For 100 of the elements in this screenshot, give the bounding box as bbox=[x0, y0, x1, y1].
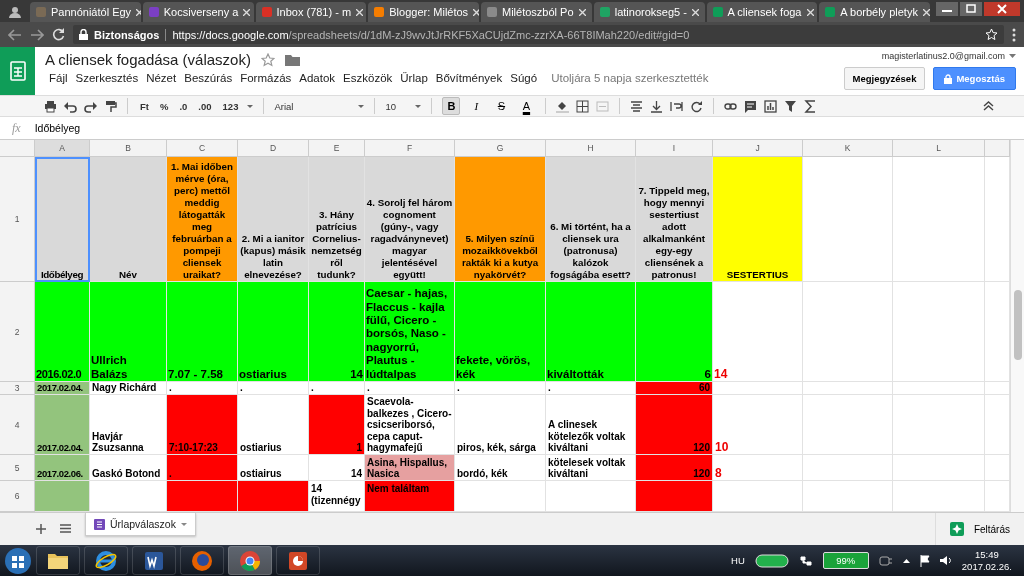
formula-input[interactable]: Időbélyeg bbox=[34, 122, 81, 134]
table-cell[interactable]: 7. Tippeld meg, hogy mennyi sestertiust adott alkalmanként egy-egy cliensének a patronus! bbox=[636, 157, 713, 282]
table-cell[interactable]: 2017.02.06. bbox=[35, 455, 90, 481]
table-cell[interactable]: 1 bbox=[309, 395, 365, 455]
browser-tab[interactable]: latinorokseg5 - bbox=[593, 2, 705, 22]
table-cell[interactable]: bordó, kék bbox=[455, 455, 546, 481]
table-cell[interactable]: 2016.02.0 bbox=[35, 282, 90, 382]
close-icon[interactable] bbox=[806, 8, 814, 16]
table-cell[interactable] bbox=[893, 455, 985, 481]
volume-icon[interactable] bbox=[939, 555, 952, 566]
table-cell[interactable] bbox=[893, 282, 985, 382]
column-header[interactable]: E bbox=[309, 140, 365, 157]
table-cell[interactable]: 6 bbox=[636, 282, 713, 382]
caret-icon[interactable] bbox=[247, 104, 254, 108]
text-rotation-icon[interactable] bbox=[690, 99, 704, 113]
last-edit-link[interactable]: Utoljára 5 napja szerkesztették bbox=[547, 71, 713, 85]
format-button[interactable]: .00 bbox=[196, 99, 214, 113]
comments-button[interactable]: Megjegyzések bbox=[843, 67, 926, 90]
format-button[interactable]: Ft bbox=[138, 99, 151, 113]
table-cell[interactable] bbox=[893, 157, 985, 282]
document-title[interactable]: A cliensek fogadása (válaszok) bbox=[45, 51, 251, 68]
table-cell[interactable]: SESTERTIUS bbox=[713, 157, 803, 282]
table-cell[interactable]: Nagy Richárd bbox=[90, 382, 167, 395]
align-icon[interactable] bbox=[630, 99, 644, 113]
strikethrough-button[interactable]: S bbox=[492, 97, 511, 115]
sheet-tab[interactable]: Űrlapválaszok bbox=[85, 513, 196, 536]
table-cell[interactable]: 14 bbox=[713, 282, 803, 382]
power-plug-icon[interactable] bbox=[878, 555, 893, 566]
table-cell[interactable]: 14 bbox=[309, 282, 365, 382]
row-header[interactable]: 4 bbox=[0, 395, 35, 455]
menu-icon[interactable] bbox=[1012, 27, 1016, 42]
table-cell[interactable]: Asina, Hispallus, Nasica bbox=[365, 455, 455, 481]
paint-format-icon[interactable] bbox=[104, 99, 117, 113]
format-button[interactable]: .0 bbox=[177, 99, 190, 113]
folder-icon[interactable] bbox=[284, 53, 300, 66]
close-icon[interactable] bbox=[473, 8, 479, 16]
menu-item[interactable]: Bővítmények bbox=[431, 71, 507, 85]
merge-cells-icon[interactable] bbox=[596, 99, 610, 113]
column-header[interactable]: I bbox=[636, 140, 713, 157]
sheet-list-icon[interactable] bbox=[60, 524, 71, 533]
table-cell[interactable]: 8 bbox=[713, 455, 803, 481]
table-cell[interactable]: kiváltották bbox=[546, 282, 636, 382]
column-header[interactable]: L bbox=[893, 140, 985, 157]
close-icon[interactable] bbox=[691, 8, 699, 16]
browser-tab[interactable]: Milétoszból Po bbox=[481, 2, 592, 22]
table-cell[interactable] bbox=[803, 157, 893, 282]
vertical-align-icon[interactable] bbox=[650, 99, 664, 113]
table-cell[interactable]: 120 bbox=[636, 395, 713, 455]
account-email[interactable]: magisterlatinus2.0@gmail.com bbox=[881, 51, 1005, 61]
browser-tab[interactable]: Inbox (781) - m bbox=[255, 2, 367, 22]
table-cell[interactable]: . bbox=[238, 382, 309, 395]
table-cell[interactable]: 4. Sorolj fel három cognoment (gúny-, vagy ragadványnevet) magyar jelentésével együtt! bbox=[365, 157, 455, 282]
column-header[interactable]: C bbox=[167, 140, 238, 157]
close-icon[interactable] bbox=[578, 8, 586, 16]
column-header[interactable]: H bbox=[546, 140, 636, 157]
menu-item[interactable]: Beszúrás bbox=[180, 71, 237, 85]
vertical-scrollbar[interactable] bbox=[1010, 140, 1024, 512]
bold-button[interactable]: B bbox=[442, 97, 461, 115]
bookmark-star-icon[interactable] bbox=[985, 28, 998, 41]
sheets-logo-icon[interactable] bbox=[9, 61, 26, 81]
menu-item[interactable]: Adatok bbox=[295, 71, 340, 85]
table-cell[interactable]: 2. Mi a ianitor (kapus) másik latin elnevezése? bbox=[238, 157, 309, 282]
row-header[interactable]: 2 bbox=[0, 282, 35, 382]
table-cell[interactable]: 7:10-17:23 bbox=[167, 395, 238, 455]
table-cell[interactable]: 5. Milyen színű mozaikkövekből rakták ki a kutya nyakörvét? bbox=[455, 157, 546, 282]
browser-tab[interactable]: A cliensek foga bbox=[706, 2, 818, 22]
table-cell[interactable] bbox=[238, 481, 309, 512]
table-cell[interactable]: ostiarius bbox=[238, 282, 309, 382]
show-hidden-icon[interactable] bbox=[902, 558, 910, 563]
table-cell[interactable]: Időbélyeg bbox=[35, 157, 90, 282]
add-sheet-icon[interactable] bbox=[36, 524, 46, 534]
close-icon[interactable] bbox=[984, 2, 1020, 16]
collapse-icon[interactable] bbox=[983, 101, 994, 111]
row-header[interactable]: 1 bbox=[0, 157, 35, 282]
table-cell[interactable] bbox=[803, 382, 893, 395]
font-dropdown[interactable]: Arial bbox=[274, 100, 365, 112]
chart-icon[interactable] bbox=[764, 99, 778, 113]
table-cell[interactable]: 2017.02.04. bbox=[35, 395, 90, 455]
close-icon[interactable] bbox=[356, 8, 364, 16]
table-cell[interactable]: Név bbox=[90, 157, 167, 282]
caret-icon[interactable] bbox=[1009, 54, 1016, 58]
address-bar[interactable]: Biztonságos https://docs.google.com/spreadsheets/d/1dM-zJ9wvJtJrRKF5XaCUjdZmc-zzrXA-66T8IMah220/edit#gid=0 bbox=[73, 25, 1004, 44]
table-cell[interactable] bbox=[893, 382, 985, 395]
column-header[interactable]: G bbox=[455, 140, 546, 157]
taskbar-app[interactable] bbox=[36, 546, 80, 575]
back-icon[interactable] bbox=[8, 28, 22, 41]
table-cell[interactable]: Nem találtam bbox=[365, 481, 455, 512]
table-cell[interactable] bbox=[636, 481, 713, 512]
italic-button[interactable]: I bbox=[467, 97, 486, 115]
close-icon[interactable] bbox=[243, 8, 251, 16]
table-cell[interactable]: 10 bbox=[713, 395, 803, 455]
table-cell[interactable] bbox=[803, 455, 893, 481]
column-header[interactable]: A bbox=[35, 140, 90, 157]
column-header[interactable]: K bbox=[803, 140, 893, 157]
status-pill-icon[interactable] bbox=[754, 553, 789, 568]
table-cell[interactable] bbox=[893, 395, 985, 455]
maximize-icon[interactable] bbox=[960, 2, 982, 16]
menu-item[interactable]: Szerkesztés bbox=[71, 71, 143, 85]
table-cell[interactable]: . bbox=[167, 455, 238, 481]
table-cell[interactable] bbox=[803, 395, 893, 455]
